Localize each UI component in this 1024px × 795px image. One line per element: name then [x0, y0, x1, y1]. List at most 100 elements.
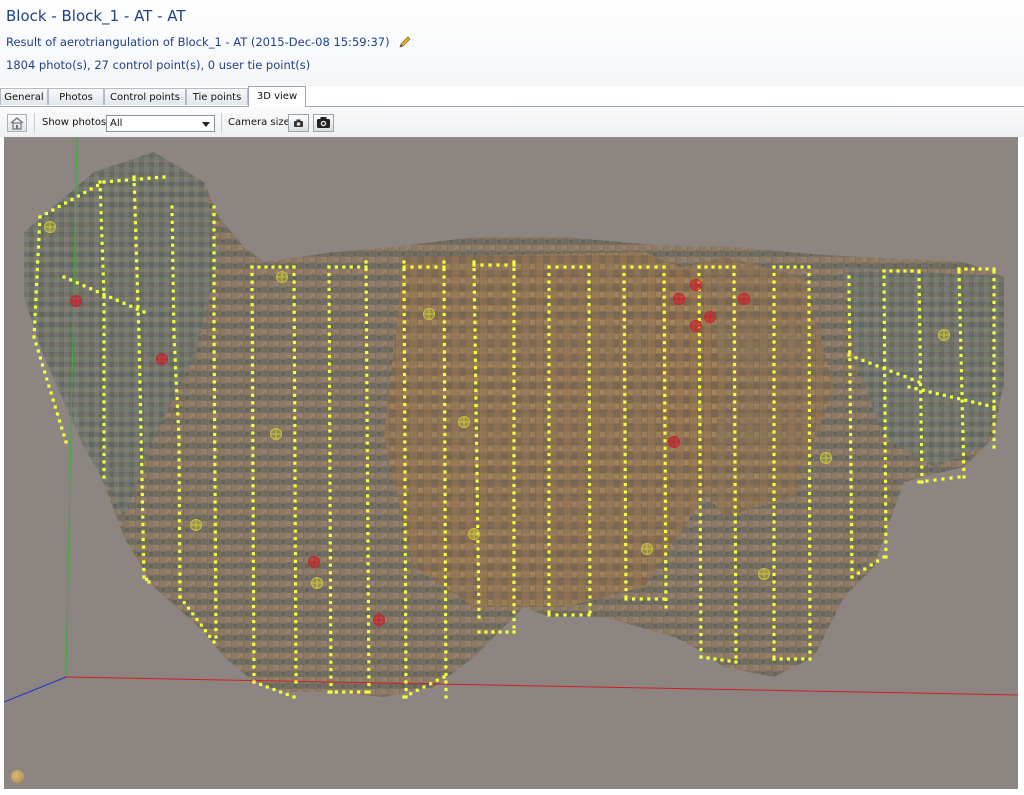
camera-marker	[663, 409, 667, 413]
camera-marker	[327, 272, 331, 277]
tab-3d-view[interactable]: 3D view	[248, 86, 306, 107]
camera-marker	[141, 545, 145, 549]
camera-marker	[251, 514, 255, 518]
camera-marker	[259, 682, 263, 687]
camera-marker	[429, 682, 433, 686]
camera-marker	[632, 597, 636, 601]
camera-marker	[698, 497, 702, 502]
camera-marker	[505, 630, 509, 634]
camera-marker	[547, 362, 551, 367]
camera-marker	[588, 610, 592, 614]
camera-marker	[732, 310, 736, 314]
camera-marker	[367, 690, 371, 694]
camera-marker	[271, 265, 275, 269]
camera-marker	[442, 327, 446, 332]
tab-tie-points[interactable]: Tie points	[186, 88, 248, 105]
camera-marker	[69, 278, 73, 282]
camera-marker	[808, 514, 812, 518]
camera-marker	[697, 347, 701, 352]
camera-size-small-button[interactable]	[288, 114, 309, 132]
camera-marker	[327, 265, 331, 269]
camera-marker	[919, 397, 923, 402]
subtitle-row: Result of aerotriangulation of Block_1 -…	[6, 35, 412, 49]
camera-marker	[882, 269, 886, 273]
camera-marker	[664, 605, 668, 609]
camera-marker	[623, 445, 627, 449]
camera-marker	[734, 660, 738, 664]
camera-marker	[252, 650, 256, 654]
camera-marker	[214, 627, 218, 632]
tab-control-points[interactable]: Control points	[104, 88, 186, 105]
camera-marker	[622, 340, 627, 344]
camera-marker	[62, 433, 66, 437]
camera-marker	[547, 445, 551, 449]
control-point	[668, 436, 680, 448]
camera-marker	[98, 195, 103, 199]
camera-marker	[512, 297, 516, 301]
camera-marker	[622, 317, 626, 322]
camera-marker	[171, 304, 176, 308]
show-photos-select[interactable]: All	[106, 115, 215, 132]
camera-small-icon	[294, 119, 303, 127]
camera-marker	[292, 340, 296, 345]
camera-marker	[512, 573, 516, 577]
camera-marker	[444, 635, 448, 639]
camera-marker	[698, 512, 702, 517]
camera-marker	[848, 335, 852, 339]
camera-marker	[884, 540, 888, 544]
camera-marker	[587, 613, 591, 617]
camera-marker	[443, 590, 448, 594]
camera-marker	[848, 395, 852, 399]
camera-marker	[366, 607, 370, 611]
camera-marker	[733, 497, 737, 502]
camera-marker	[365, 449, 369, 453]
camera-marker	[992, 405, 996, 409]
camera-marker	[177, 427, 181, 431]
camera-marker	[252, 665, 256, 669]
camera-marker	[133, 198, 137, 202]
camera-marker	[40, 363, 45, 367]
camera-marker	[34, 297, 38, 302]
camera-marker	[698, 437, 702, 442]
camera-marker	[623, 400, 627, 404]
camera-marker	[883, 441, 887, 446]
camera-marker	[252, 589, 256, 594]
tab-general[interactable]: General	[0, 88, 48, 105]
camera-marker	[252, 620, 256, 624]
navigation-orb[interactable]	[11, 770, 24, 783]
tab-photos[interactable]: Photos	[48, 88, 104, 105]
3d-scene[interactable]	[4, 137, 1018, 789]
camera-marker	[293, 491, 297, 495]
camera-marker	[213, 440, 217, 444]
3d-viewport[interactable]	[4, 137, 1018, 789]
control-point	[458, 416, 470, 428]
camera-marker	[623, 512, 628, 517]
camera-marker	[992, 338, 996, 343]
control-point	[276, 271, 288, 283]
camera-marker	[588, 587, 592, 592]
camera-marker	[443, 552, 447, 557]
camera-marker	[133, 213, 137, 217]
camera-marker	[443, 477, 447, 482]
camera-marker	[884, 517, 888, 521]
camera-marker	[426, 265, 430, 269]
camera-marker	[170, 205, 174, 209]
camera-marker	[444, 687, 448, 692]
camera-marker	[733, 505, 737, 509]
camera-marker	[957, 267, 961, 271]
camera-marker	[849, 485, 853, 489]
camera-marker	[919, 412, 923, 417]
camera-marker	[772, 422, 776, 427]
pencil-icon[interactable]	[398, 35, 412, 49]
home-view-button[interactable]	[7, 114, 27, 132]
camera-marker	[102, 287, 106, 291]
camera-marker	[213, 470, 217, 474]
camera-marker	[474, 381, 478, 385]
camera-marker	[547, 572, 551, 577]
camera-marker	[512, 550, 516, 555]
camera-size-large-button[interactable]	[313, 114, 334, 132]
camera-marker	[140, 485, 144, 489]
camera-marker	[32, 327, 36, 332]
control-point	[156, 353, 168, 365]
camera-marker	[698, 422, 702, 427]
